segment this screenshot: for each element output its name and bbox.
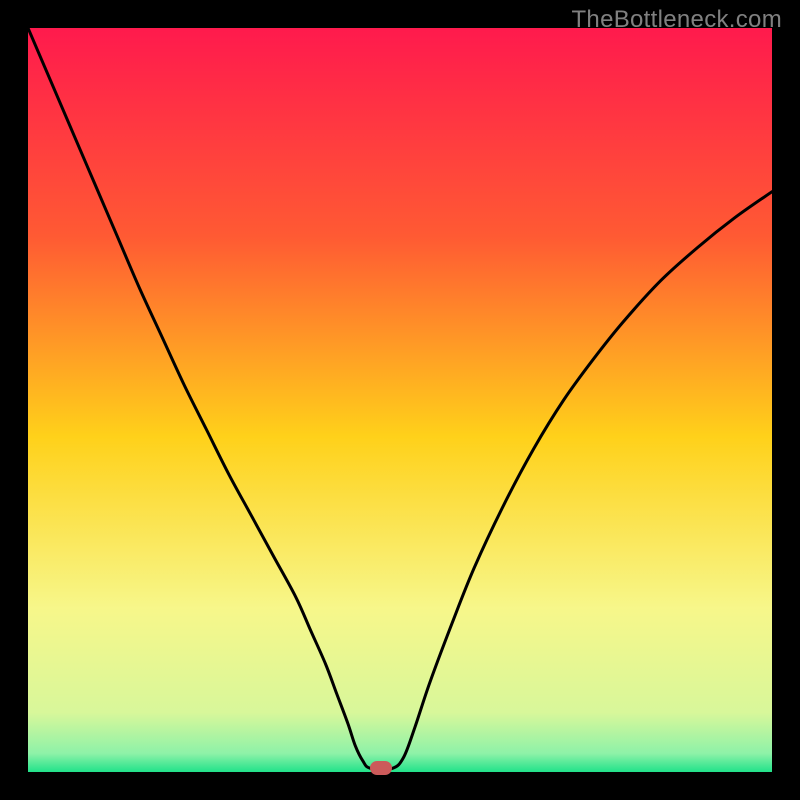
chart-container: TheBottleneck.com bbox=[0, 0, 800, 800]
watermark-text: TheBottleneck.com bbox=[571, 6, 782, 34]
chart-curve-layer bbox=[28, 28, 772, 772]
plot-area bbox=[28, 28, 772, 772]
bottleneck-curve-line bbox=[28, 28, 772, 769]
optimal-point-marker bbox=[370, 761, 392, 775]
